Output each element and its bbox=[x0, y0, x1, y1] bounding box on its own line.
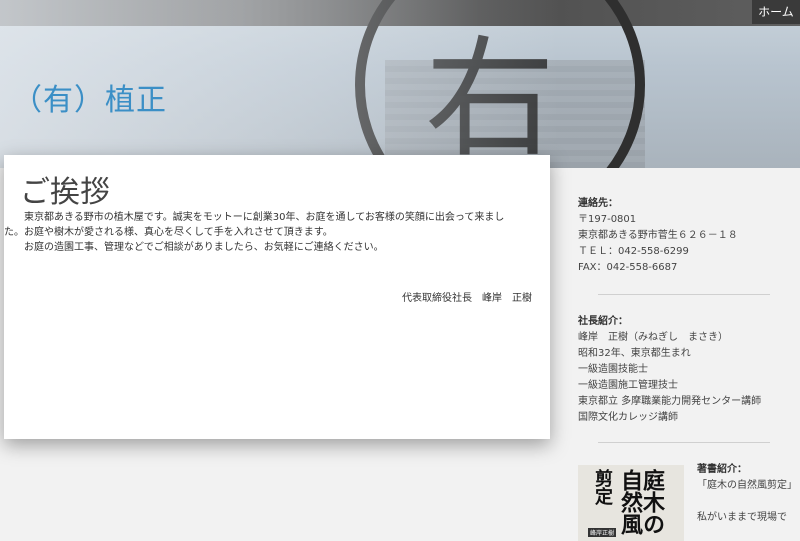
book-cover-title: 自然風 bbox=[617, 469, 643, 535]
greeting-title: ご挨拶 bbox=[20, 175, 110, 210]
writings-spacer bbox=[697, 494, 800, 510]
book-cover-title: 庭木の bbox=[639, 469, 665, 535]
nav-home-link[interactable]: ホーム bbox=[752, 0, 800, 24]
book-cover-title: 剪定 bbox=[592, 469, 613, 505]
president-line: 峰岸 正樹（みねぎし まさき） bbox=[578, 332, 728, 343]
president-line: 一級造園施工管理技士 bbox=[578, 380, 678, 391]
writings-teaser: 私がいままで現場で bbox=[697, 512, 787, 523]
greeting-paragraph: た。お庭や樹木が愛される様、真心を尽くして手を入れさせて頂きます。 bbox=[4, 227, 333, 238]
book-cover-author: 峰岸正樹 bbox=[588, 528, 617, 537]
book-cover-image[interactable]: 庭木の 自然風 剪定 峰岸正樹 bbox=[578, 465, 684, 541]
president-line: 昭和32年、東京都生まれ bbox=[578, 348, 691, 359]
sidebar-divider bbox=[598, 294, 770, 295]
contact-heading: 連絡先： bbox=[578, 198, 618, 209]
writings-book-title[interactable]: 「庭木の自然風剪定」 bbox=[697, 478, 800, 494]
contact-fax: FAX：042-558-6687 bbox=[578, 262, 678, 273]
sidebar-president: 社長紹介： 峰岸 正樹（みねぎし まさき） 昭和32年、東京都生まれ 一級造園技… bbox=[578, 314, 800, 426]
sidebar-divider bbox=[598, 442, 770, 443]
site-title[interactable]: （有）植正 bbox=[12, 75, 167, 119]
sidebar-writings: 著書紹介： 「庭木の自然風剪定」 私がいままで現場で bbox=[697, 462, 800, 526]
president-line: 東京都立 多摩職業能力開発センター講師 bbox=[578, 396, 762, 407]
contact-postal: 〒197-0801 bbox=[578, 214, 637, 225]
contact-tel: ＴＥＬ：042-558-6299 bbox=[578, 246, 689, 257]
president-line: 一級造園技能士 bbox=[578, 364, 648, 375]
president-line: 国際文化カレッジ講師 bbox=[578, 412, 678, 423]
greeting-signature: 代表取締役社長 峰岸 正樹 bbox=[402, 293, 532, 304]
greeting-paragraph: お庭の造園工事、管理などでご相談がありましたら、お気軽にご連絡ください。 bbox=[24, 242, 384, 253]
greeting-card: ご挨拶 東京都あきる野市の植木屋です。誠実をモットーに創業30年、お庭を通してお… bbox=[4, 155, 550, 439]
greeting-body: 東京都あきる野市の植木屋です。誠実をモットーに創業30年、お庭を通してお客様の笑… bbox=[4, 210, 540, 255]
greeting-paragraph: 東京都あきる野市の植木屋です。誠実をモットーに創業30年、お庭を通してお客様の笑… bbox=[24, 212, 505, 223]
sidebar-contact: 連絡先： 〒197-0801 東京都あきる野市菅生６２６－１８ ＴＥＬ：042-… bbox=[578, 196, 800, 276]
writings-heading: 著書紹介： bbox=[697, 464, 747, 475]
president-heading: 社長紹介： bbox=[578, 316, 628, 327]
contact-address: 東京都あきる野市菅生６２６－１８ bbox=[578, 230, 738, 241]
